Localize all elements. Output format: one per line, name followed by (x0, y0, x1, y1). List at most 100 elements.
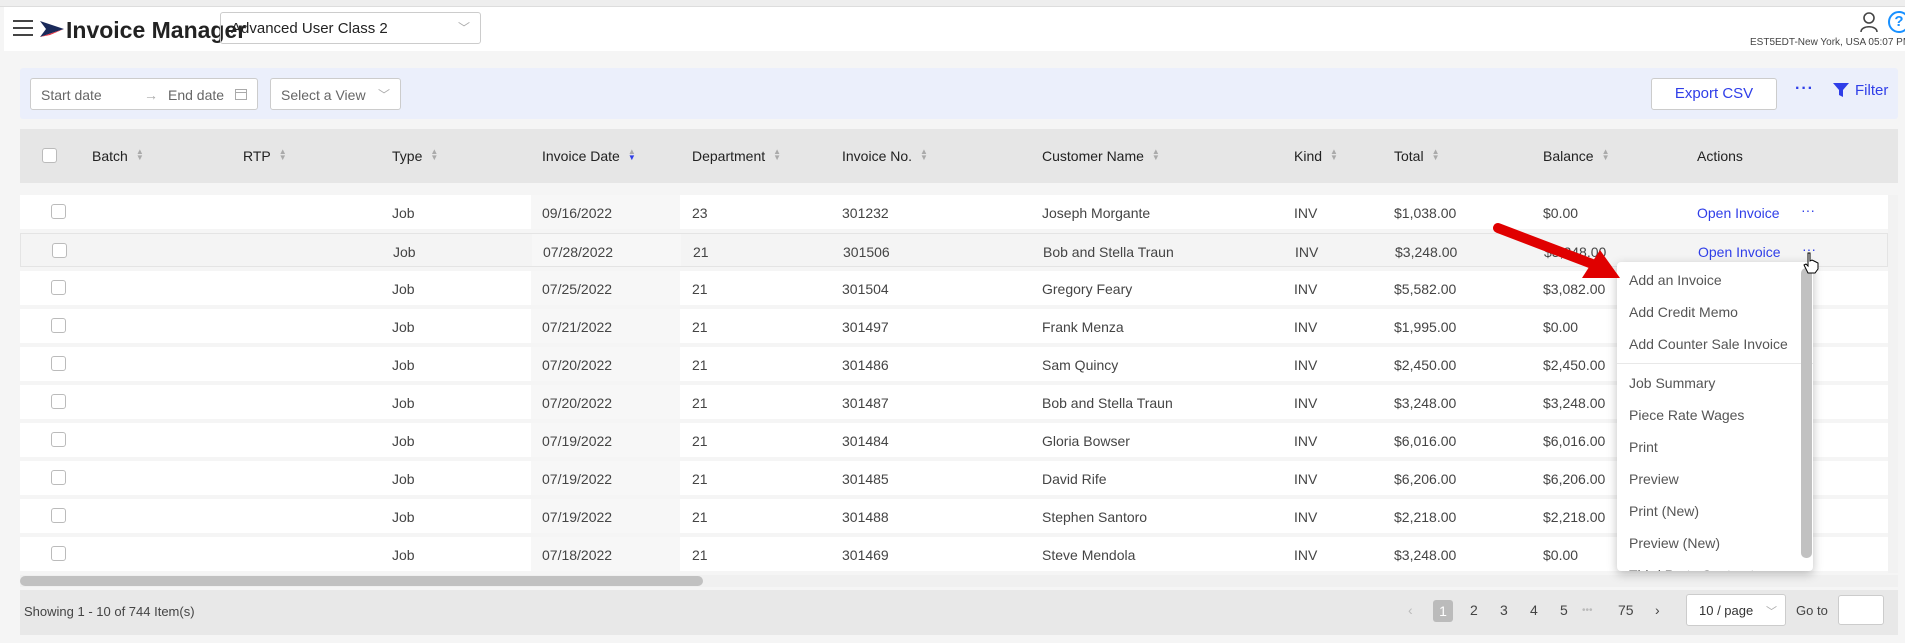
cell-balance: $3,248.00 (1543, 395, 1606, 411)
page-4[interactable]: 4 (1530, 602, 1538, 618)
cell-type: Job (393, 244, 416, 260)
scrollbar-thumb[interactable] (20, 576, 703, 586)
page-2[interactable]: 2 (1470, 602, 1478, 618)
more-options-button[interactable]: ··· (1795, 80, 1814, 98)
cell-date: 07/19/2022 (542, 509, 613, 525)
sort-icon[interactable]: ▲ ▼ (430, 148, 438, 162)
start-date-input[interactable]: Start date (41, 87, 102, 103)
table-row[interactable]: Job 07/20/2022 21 301486 Sam Quincy INV $2,450… (20, 347, 1888, 381)
goto-page-input[interactable] (1838, 595, 1884, 625)
sort-icon[interactable]: ▲ ▼ (1330, 148, 1338, 162)
row-checkbox[interactable] (51, 432, 66, 447)
table-row[interactable]: Job 07/21/2022 21 301497 Frank Menza INV $1,99… (20, 309, 1888, 343)
menu-item[interactable]: Print (New) (1617, 495, 1813, 527)
page-75[interactable]: 75 (1618, 602, 1634, 618)
menu-item[interactable]: Print (1617, 431, 1813, 463)
row-checkbox[interactable] (51, 470, 66, 485)
column-header-department[interactable]: Department ▲ ▼ (692, 148, 781, 165)
page-size-select[interactable]: 10 / page ﹀ (1686, 594, 1786, 626)
end-date-input[interactable]: End date (168, 87, 224, 103)
row-checkbox[interactable] (51, 394, 66, 409)
column-header-type[interactable]: Type ▲ ▼ (392, 148, 438, 165)
horizontal-scrollbar[interactable] (20, 575, 1898, 587)
sort-icon[interactable]: ▲ ▼ (279, 148, 287, 162)
open-invoice-link[interactable]: Open Invoice (1697, 205, 1780, 221)
sort-icon[interactable]: ▲ ▼ (628, 148, 636, 162)
page-3[interactable]: 3 (1500, 602, 1508, 618)
table-row[interactable]: Job 07/19/2022 21 301484 Gloria Bowser INV $6,… (20, 423, 1888, 457)
column-header-kind[interactable]: Kind ▲ ▼ (1294, 148, 1338, 165)
vertical-scrollbar[interactable] (1888, 195, 1898, 573)
column-label: Balance (1543, 148, 1594, 164)
menu-item[interactable]: Job Summary (1617, 367, 1813, 399)
cell-customer: Bob and Stella Traun (1043, 244, 1174, 260)
cell-dept: 21 (692, 357, 708, 373)
column-header-balance[interactable]: Balance ▲ ▼ (1543, 148, 1610, 165)
row-checkbox[interactable] (52, 243, 67, 258)
cell-kind: INV (1294, 395, 1318, 411)
help-icon[interactable]: ? (1888, 11, 1905, 33)
open-invoice-link[interactable]: Open Invoice (1698, 244, 1781, 260)
column-label: RTP (243, 148, 271, 164)
page-1[interactable]: 1 (1433, 600, 1453, 622)
menu-item[interactable]: Add Counter Sale Invoice (1617, 328, 1813, 360)
sort-icon[interactable]: ▲ ▼ (1602, 148, 1610, 162)
chevron-down-icon: ﹀ (377, 88, 390, 102)
row-checkbox[interactable] (51, 356, 66, 371)
page-size-value: 10 / page (1699, 603, 1754, 618)
sort-icon[interactable]: ▲ ▼ (920, 148, 928, 162)
row-checkbox[interactable] (51, 508, 66, 523)
menu-item[interactable]: Third Party Contract (1617, 559, 1813, 571)
column-header-batch[interactable]: Batch ▲ ▼ (92, 148, 144, 165)
row-checkbox[interactable] (51, 280, 66, 295)
column-header-invoice-date[interactable]: Invoice Date ▲ ▼ (542, 148, 636, 165)
row-checkbox[interactable] (51, 318, 66, 333)
column-header-rtp[interactable]: RTP ▲ ▼ (243, 148, 287, 165)
filter-label: Filter (1855, 82, 1889, 99)
row-more-button[interactable]: ··· (1801, 202, 1815, 218)
cell-total: $2,218.00 (1394, 509, 1457, 525)
export-csv-button[interactable]: Export CSV (1651, 78, 1777, 110)
page-ellipsis[interactable]: ••• (1582, 605, 1593, 616)
column-label: Invoice Date (542, 148, 620, 164)
date-range-picker[interactable]: Start date → End date (30, 78, 258, 110)
table-row[interactable]: Job 07/19/2022 21 301488 Stephen Santoro INV $… (20, 499, 1888, 533)
menu-item[interactable]: Piece Rate Wages (1617, 399, 1813, 431)
select-all-checkbox[interactable] (42, 148, 57, 163)
menu-item[interactable]: Preview (1617, 463, 1813, 495)
table-row[interactable]: Job 07/19/2022 21 301485 David Rife INV $6,206… (20, 461, 1888, 495)
user-class-select[interactable]: Advanced User Class 2 ﹀ (220, 12, 481, 44)
column-header-total[interactable]: Total ▲ ▼ (1394, 148, 1440, 165)
next-page-button[interactable]: › (1655, 602, 1660, 618)
sort-icon[interactable]: ▲ ▼ (1432, 148, 1440, 162)
row-checkbox[interactable] (51, 546, 66, 561)
sort-icon[interactable]: ▲ ▼ (136, 148, 144, 162)
sort-icon[interactable]: ▲ ▼ (773, 148, 781, 162)
cell-balance: $0.00 (1543, 205, 1579, 221)
user-icon[interactable] (1859, 11, 1879, 33)
menu-scrollbar[interactable] (1801, 268, 1812, 558)
cell-no: 301484 (842, 433, 889, 449)
cell-total: $5,582.00 (1394, 281, 1457, 297)
menu-item[interactable]: Add an Invoice (1617, 264, 1813, 296)
table-row[interactable]: Job 07/18/2022 21 301469 Steve Mendola INV $3,… (20, 537, 1888, 571)
filter-button[interactable]: Filter (1833, 82, 1888, 99)
prev-page-button[interactable]: ‹ (1408, 602, 1413, 618)
cell-dept: 21 (692, 281, 708, 297)
page-5[interactable]: 5 (1560, 602, 1568, 618)
table-row[interactable]: Job 07/20/2022 21 301487 Bob and Stella Trau… (20, 385, 1888, 419)
row-checkbox[interactable] (51, 204, 66, 219)
column-header-invoice-no[interactable]: Invoice No. ▲ ▼ (842, 148, 928, 165)
cell-dept: 21 (692, 433, 708, 449)
cell-date: 07/19/2022 (542, 433, 613, 449)
menu-item[interactable]: Add Credit Memo (1617, 296, 1813, 328)
column-header-customer-name[interactable]: Customer Name ▲ ▼ (1042, 148, 1160, 165)
hamburger-menu-icon[interactable] (13, 20, 33, 38)
sort-icon[interactable]: ▲ ▼ (1152, 148, 1160, 162)
cell-no: 301488 (842, 509, 889, 525)
cell-kind: INV (1294, 433, 1318, 449)
view-select[interactable]: Select a View ﹀ (270, 78, 401, 110)
menu-item[interactable]: Preview (New) (1617, 527, 1813, 559)
cell-total: $1,995.00 (1394, 319, 1457, 335)
user-class-value: Advanced User Class 2 (231, 20, 388, 37)
